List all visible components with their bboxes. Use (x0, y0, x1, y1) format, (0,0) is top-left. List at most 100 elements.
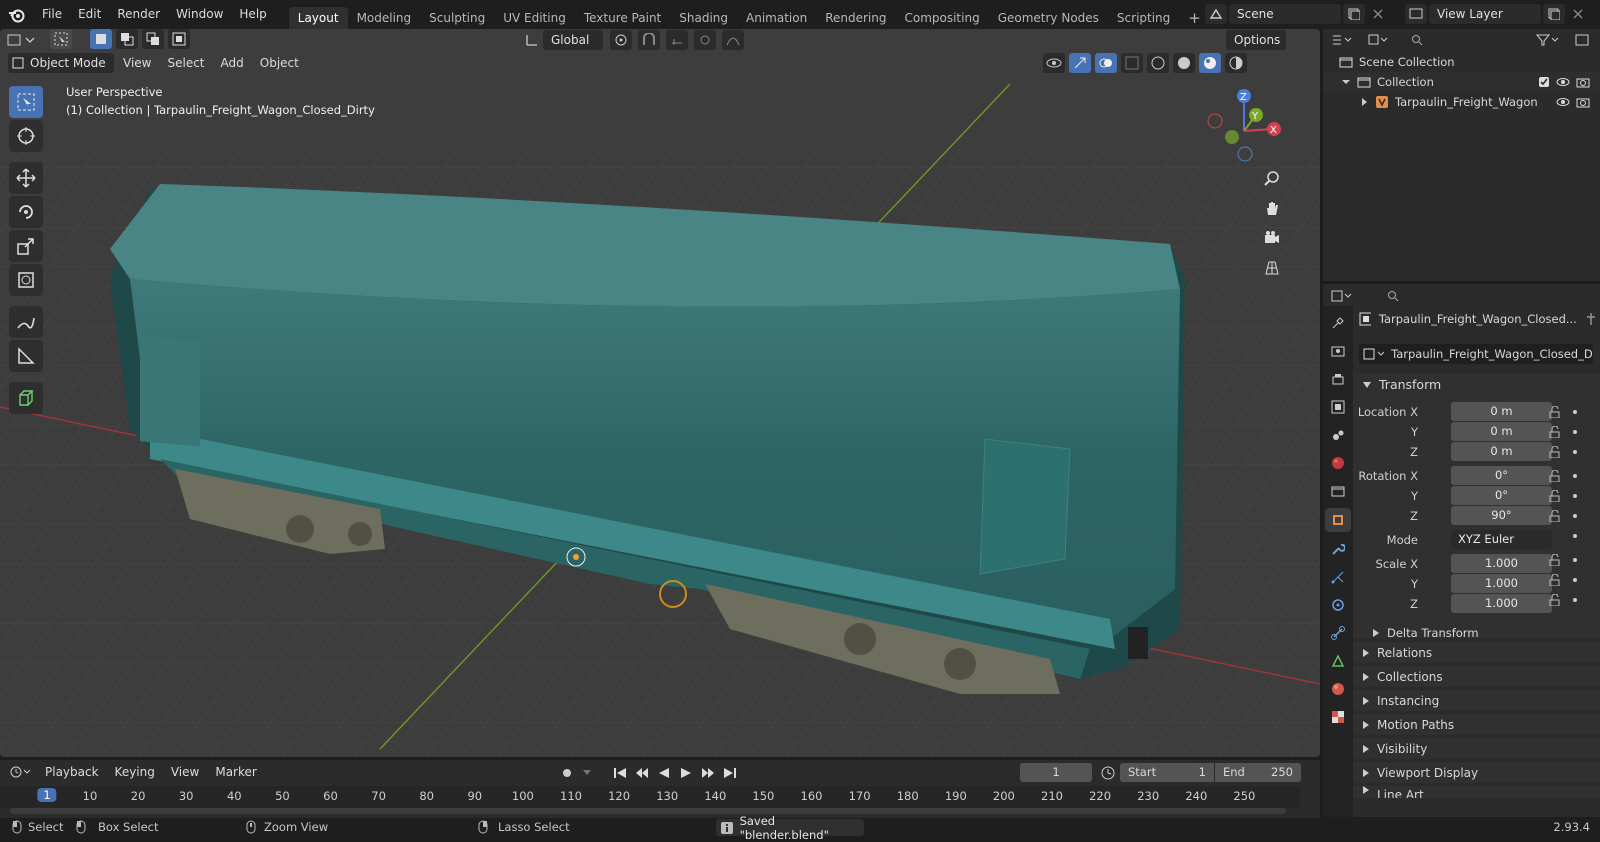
editor-type-button[interactable] (6, 29, 36, 51)
new-collection-icon[interactable] (1571, 30, 1593, 50)
falloff-icon[interactable] (722, 30, 744, 50)
viewport-menu-select[interactable]: Select (160, 53, 211, 73)
ortho-grid-icon[interactable] (1260, 257, 1284, 279)
shading-material-icon[interactable] (1199, 53, 1221, 73)
record-options-icon[interactable] (580, 763, 594, 783)
lock-icon[interactable] (1549, 574, 1561, 586)
constraints-tab-icon[interactable] (1327, 622, 1349, 644)
tab-layout[interactable]: Layout (288, 7, 348, 29)
menu-window[interactable]: Window (168, 0, 231, 29)
object-mode-dropdown[interactable]: Object Mode (8, 53, 114, 73)
end-frame-field[interactable]: End 250 (1215, 763, 1301, 782)
current-frame-marker[interactable]: 1 (37, 788, 57, 802)
blender-logo-icon[interactable] (0, 7, 34, 23)
tab-scripting[interactable]: Scripting (1108, 7, 1179, 29)
viewport-menu-view[interactable]: View (116, 53, 158, 73)
snap-target-icon[interactable] (666, 30, 688, 50)
panel-instancing[interactable]: Instancing (1353, 690, 1600, 711)
tab-animation[interactable]: Animation (737, 7, 816, 29)
eye-icon[interactable] (1556, 96, 1570, 108)
lock-icon[interactable] (1549, 490, 1561, 502)
view-layer-field[interactable]: View Layer (1429, 4, 1541, 24)
cursor-tool-icon[interactable] (9, 120, 43, 152)
proportional-edit-icon[interactable] (694, 30, 716, 50)
options-label[interactable]: Options (1226, 30, 1286, 50)
panel-collections[interactable]: Collections (1353, 666, 1600, 687)
keyframe-dot[interactable] (1573, 430, 1577, 434)
location-y-field[interactable]: 0 m (1451, 422, 1552, 441)
tab-shading[interactable]: Shading (670, 7, 737, 29)
scale-y-field[interactable]: 1.000 (1451, 574, 1552, 593)
options-button[interactable]: Options (1226, 30, 1286, 50)
tab-uv-editing[interactable]: UV Editing (494, 7, 575, 29)
select-box-tool-icon[interactable] (9, 86, 43, 118)
keyframe-dot[interactable] (1573, 598, 1577, 602)
lock-rotation-x[interactable] (1549, 466, 1577, 486)
3d-viewport[interactable]: Global Options Object Mode View Select A… (0, 29, 1320, 757)
scene-selector[interactable]: Scene (1205, 4, 1389, 24)
close-scene-icon[interactable] (1367, 4, 1389, 24)
scale-tool-icon[interactable] (9, 230, 43, 262)
keyframe-dot[interactable] (1573, 558, 1577, 562)
render-tab-icon[interactable] (1327, 340, 1349, 362)
select-invert-icon[interactable] (168, 29, 190, 49)
orientation-field[interactable]: Global (543, 30, 603, 50)
clock-icon[interactable] (1100, 765, 1116, 781)
panel-visibility[interactable]: Visibility (1353, 738, 1600, 759)
lock-location-x[interactable] (1549, 402, 1577, 422)
tab-compositing[interactable]: Compositing (895, 7, 988, 29)
lock-icon[interactable] (1549, 470, 1561, 482)
expand-arrow-icon[interactable] (1361, 97, 1369, 107)
lock-icon[interactable] (1549, 406, 1561, 418)
start-frame-field[interactable]: Start 1 (1120, 763, 1214, 782)
keyframe-dot[interactable] (1573, 514, 1577, 518)
lock-location-z[interactable] (1549, 442, 1577, 462)
select-extend-icon[interactable] (116, 29, 138, 49)
overlays-toggle-icon[interactable] (1095, 53, 1117, 73)
viewport-menu-add[interactable]: Add (214, 53, 251, 73)
panel-line-art[interactable]: Line Art (1353, 786, 1600, 798)
zoom-icon[interactable] (1260, 167, 1284, 189)
keyframe-dot[interactable] (1573, 474, 1577, 478)
panel-motion-paths[interactable]: Motion Paths (1353, 714, 1600, 735)
menu-file[interactable]: File (34, 0, 70, 29)
keyframe-dot[interactable] (1573, 534, 1577, 538)
filter-icon[interactable] (1531, 30, 1565, 50)
tool-tab-icon[interactable] (1327, 312, 1349, 334)
keyframe-dot[interactable] (1573, 494, 1577, 498)
keyframe-dot[interactable] (1573, 410, 1577, 414)
menu-render[interactable]: Render (109, 0, 168, 29)
tab-sculpting[interactable]: Sculpting (420, 7, 494, 29)
timeline-menu-view[interactable]: View (164, 762, 206, 782)
viewport-menu-object[interactable]: Object (253, 53, 306, 73)
add-cube-tool-icon[interactable] (9, 382, 43, 414)
timeline-menu-playback[interactable]: Playback (38, 762, 106, 782)
panel-relations[interactable]: Relations (1353, 642, 1600, 663)
rotation-y-field[interactable]: 0° (1451, 486, 1552, 505)
timeline-scrollbar[interactable] (10, 808, 1286, 814)
shading-wireframe-icon[interactable] (1147, 53, 1169, 73)
rotation-z-field[interactable]: 90° (1451, 506, 1552, 525)
tweak-tool-icon[interactable] (50, 29, 72, 49)
pivot-icon[interactable] (610, 30, 632, 50)
annotate-tool-icon[interactable] (9, 306, 43, 338)
move-tool-icon[interactable] (9, 162, 43, 194)
timeline-menu-marker[interactable]: Marker (208, 762, 263, 782)
camera-render-icon[interactable] (1576, 96, 1590, 108)
outliner-search-input[interactable] (1403, 30, 1509, 50)
measure-tool-icon[interactable] (9, 340, 43, 372)
lock-rotation-y[interactable] (1549, 486, 1577, 506)
keyframe-dot[interactable] (1573, 450, 1577, 454)
data-mesh-tab-icon[interactable] (1327, 650, 1349, 672)
lock-scale-y[interactable] (1549, 570, 1577, 590)
lock-icon[interactable] (1549, 554, 1561, 566)
rotation-x-field[interactable]: 0° (1451, 466, 1552, 485)
pan-hand-icon[interactable] (1260, 197, 1284, 219)
camera-view-icon[interactable] (1260, 227, 1284, 249)
mode-keyframe[interactable] (1549, 526, 1577, 546)
gizmo-toggle-icon[interactable] (1069, 53, 1091, 73)
panel-viewport-display[interactable]: Viewport Display (1353, 762, 1600, 783)
scale-x-field[interactable]: 1.000 (1451, 554, 1552, 573)
scene-field[interactable]: Scene (1229, 4, 1341, 24)
lock-scale-x[interactable] (1549, 550, 1577, 570)
